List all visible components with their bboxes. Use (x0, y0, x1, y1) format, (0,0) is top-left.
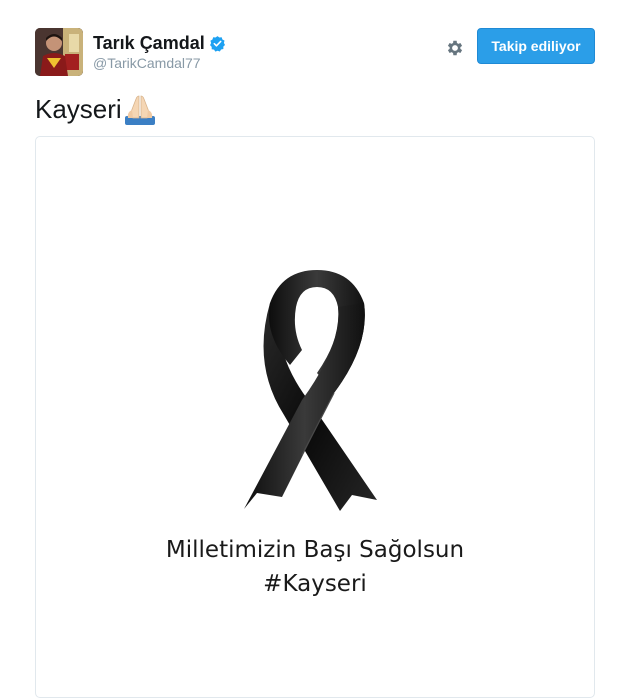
user-full-name[interactable]: Tarık Çamdal (93, 33, 205, 54)
folded-hands-icon (123, 92, 157, 126)
verified-badge-icon (209, 35, 226, 52)
tweet-card: Tarık Çamdal @TarikCamdal77 Takip ediliy… (0, 0, 632, 700)
user-handle[interactable]: @TarikCamdal77 (93, 55, 226, 71)
tweet-header: Tarık Çamdal @TarikCamdal77 Takip ediliy… (35, 28, 595, 76)
tweet-text-content: Kayseri (35, 94, 122, 124)
gear-icon[interactable] (445, 38, 465, 58)
image-caption-line1: Milletimizin Başı Sağolsun (165, 537, 465, 563)
tweet-text: Kayseri (35, 92, 157, 126)
user-names: Tarık Çamdal @TarikCamdal77 (93, 32, 226, 71)
tweet-image[interactable]: Milletimizin Başı Sağolsun #Kayseri (35, 136, 595, 698)
black-ribbon-icon (244, 270, 377, 511)
image-caption-line2: #Kayseri (263, 571, 367, 597)
avatar[interactable] (35, 28, 83, 76)
following-button[interactable]: Takip ediliyor (477, 28, 595, 64)
